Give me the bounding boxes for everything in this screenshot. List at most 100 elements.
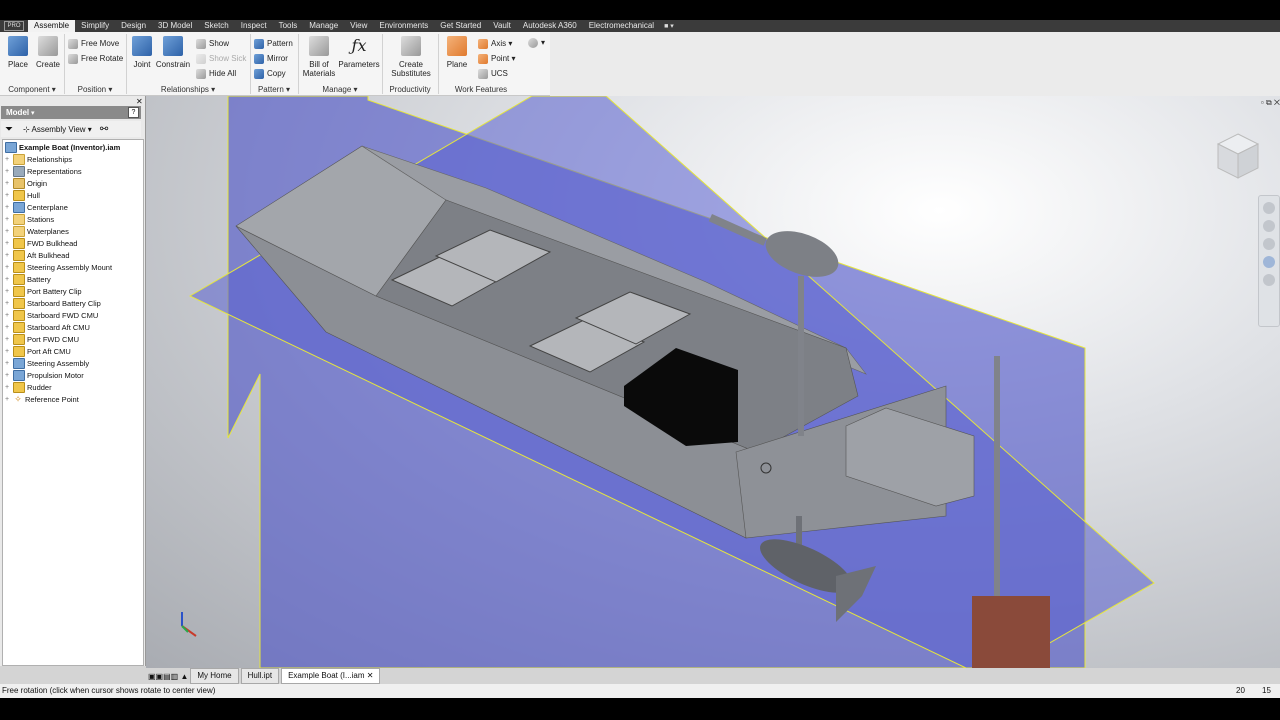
create-button[interactable]: Create	[34, 32, 62, 69]
expand-icon[interactable]: +	[3, 228, 11, 235]
pattern-button[interactable]: Pattern	[254, 37, 293, 50]
help-icon[interactable]: ?	[128, 107, 139, 118]
tree-item[interactable]: + Port Battery Clip	[3, 285, 82, 297]
tree-item[interactable]: + Waterplanes	[3, 225, 69, 237]
tree-item[interactable]: + Hull	[3, 189, 40, 201]
filter-icon[interactable]: ⏷	[5, 124, 13, 135]
expand-icon[interactable]: +	[3, 216, 11, 223]
bill-of-materials-button[interactable]: Bill of Materials	[300, 32, 338, 78]
group-relationships[interactable]: Relationships ▾	[126, 84, 250, 95]
tab-environments[interactable]: Environments	[373, 20, 434, 32]
steering-wheel-icon[interactable]	[1263, 202, 1275, 214]
tree-item[interactable]: + Steering Assembly	[3, 357, 89, 369]
tree-item[interactable]: + Starboard Battery Clip	[3, 297, 101, 309]
plane-button[interactable]: Plane	[444, 32, 470, 69]
expand-icon[interactable]: +	[3, 192, 11, 199]
mirror-button[interactable]: Mirror	[254, 52, 288, 65]
tree-item[interactable]: + Port FWD CMU	[3, 333, 79, 345]
pan-icon[interactable]	[1263, 220, 1275, 232]
expand-icon[interactable]: +	[3, 384, 11, 391]
expand-icon[interactable]: +	[3, 372, 11, 379]
doc-tab-hull[interactable]: Hull.ipt	[240, 668, 280, 684]
expand-icon[interactable]: +	[3, 300, 11, 307]
ucs-button[interactable]: UCS	[478, 67, 508, 80]
layout-icons[interactable]: ▣▣▤▥ ▲	[148, 672, 188, 681]
find-binoculars-icon[interactable]: ⚯	[100, 124, 108, 135]
expand-icon[interactable]: +	[3, 156, 11, 163]
close-icon[interactable]: ✕	[367, 671, 374, 680]
create-substitutes-button[interactable]: Create Substitutes	[386, 32, 436, 78]
expand-icon[interactable]: +	[3, 204, 11, 211]
show-sick-button[interactable]: Show Sick	[196, 52, 246, 65]
expand-icon[interactable]: +	[3, 336, 11, 343]
tab-assemble[interactable]: Assemble	[28, 20, 76, 32]
tree-item[interactable]: + Steering Assembly Mount	[3, 261, 112, 273]
ribbon-options-icon[interactable]: ■ ▾	[660, 22, 678, 30]
ribbon-extra-dropdown[interactable]: ▾	[528, 36, 545, 49]
doc-tab-my-home[interactable]: My Home	[190, 668, 239, 684]
tab-simplify[interactable]: Simplify	[75, 20, 115, 32]
tree-item[interactable]: + FWD Bulkhead	[3, 237, 77, 249]
expand-icon[interactable]: +	[3, 264, 11, 271]
tree-item[interactable]: + Origin	[3, 177, 47, 189]
close-icon[interactable]: ✕	[136, 97, 143, 106]
look-at-icon[interactable]	[1263, 274, 1275, 286]
tree-item[interactable]: + Propulsion Motor	[3, 369, 84, 381]
tab-autodesk-a360[interactable]: Autodesk A360	[517, 20, 583, 32]
pro-badge[interactable]: PRO	[0, 20, 28, 32]
window-controls[interactable]: ▫ ⧉ ✕	[1261, 98, 1280, 108]
tree-item[interactable]: + Centerplane	[3, 201, 68, 213]
expand-icon[interactable]: +	[3, 168, 11, 175]
group-manage[interactable]: Manage ▾	[298, 84, 382, 95]
tree-item[interactable]: + Relationships	[3, 153, 72, 165]
tab-3d-model[interactable]: 3D Model	[152, 20, 198, 32]
tree-item[interactable]: + Aft Bulkhead	[3, 249, 70, 261]
tab-view[interactable]: View	[344, 20, 373, 32]
joint-button[interactable]: Joint	[130, 32, 154, 69]
copy-button[interactable]: Copy	[254, 67, 286, 80]
tree-item[interactable]: + Starboard FWD CMU	[3, 309, 98, 321]
tab-electromechanical[interactable]: Electromechanical	[583, 20, 660, 32]
point-button[interactable]: Point ▾	[478, 52, 515, 65]
free-move-button[interactable]: Free Move	[68, 37, 119, 50]
expand-icon[interactable]: +	[3, 396, 11, 403]
hide-all-button[interactable]: Hide All	[196, 67, 236, 80]
expand-icon[interactable]: +	[3, 252, 11, 259]
expand-icon[interactable]: +	[3, 288, 11, 295]
group-productivity[interactable]: Productivity	[382, 84, 438, 95]
doc-tab-example-boat[interactable]: Example Boat (I...iam ✕	[281, 668, 381, 684]
group-component[interactable]: Component ▾	[0, 84, 64, 95]
group-position[interactable]: Position ▾	[64, 84, 126, 95]
tree-item[interactable]: + ✧ Reference Point	[3, 393, 79, 405]
constrain-button[interactable]: Constrain	[156, 32, 190, 69]
parameters-button[interactable]: ƒx Parameters	[338, 32, 380, 69]
expand-icon[interactable]: +	[3, 240, 11, 247]
tab-design[interactable]: Design	[115, 20, 152, 32]
expand-icon[interactable]: +	[3, 324, 11, 331]
tree-item[interactable]: + Stations	[3, 213, 54, 225]
expand-icon[interactable]: +	[3, 360, 11, 367]
tab-vault[interactable]: Vault	[487, 20, 517, 32]
axis-button[interactable]: Axis ▾	[478, 37, 512, 50]
tree-item[interactable]: + Battery	[3, 273, 51, 285]
tree-item[interactable]: + Representations	[3, 165, 82, 177]
expand-icon[interactable]: +	[3, 180, 11, 187]
tab-inspect[interactable]: Inspect	[235, 20, 273, 32]
group-pattern[interactable]: Pattern ▾	[250, 84, 298, 95]
show-button[interactable]: Show	[196, 37, 229, 50]
view-selector[interactable]: ⊹ Assembly View ▾	[23, 125, 92, 134]
place-button[interactable]: Place	[6, 32, 30, 69]
tab-get-started[interactable]: Get Started	[434, 20, 487, 32]
tree-item[interactable]: + Starboard Aft CMU	[3, 321, 90, 333]
zoom-icon[interactable]	[1263, 238, 1275, 250]
expand-icon[interactable]: +	[3, 312, 11, 319]
tree-item[interactable]: + Rudder	[3, 381, 52, 393]
orbit-icon[interactable]	[1263, 256, 1275, 268]
expand-icon[interactable]: +	[3, 348, 11, 355]
free-rotate-button[interactable]: Free Rotate	[68, 52, 123, 65]
tab-sketch[interactable]: Sketch	[198, 20, 234, 32]
group-work-features[interactable]: Work Features	[438, 84, 524, 95]
tree-root[interactable]: Example Boat (Inventor).iam	[3, 141, 120, 153]
viewcube[interactable]	[1216, 132, 1260, 180]
tree-item[interactable]: + Port Aft CMU	[3, 345, 71, 357]
